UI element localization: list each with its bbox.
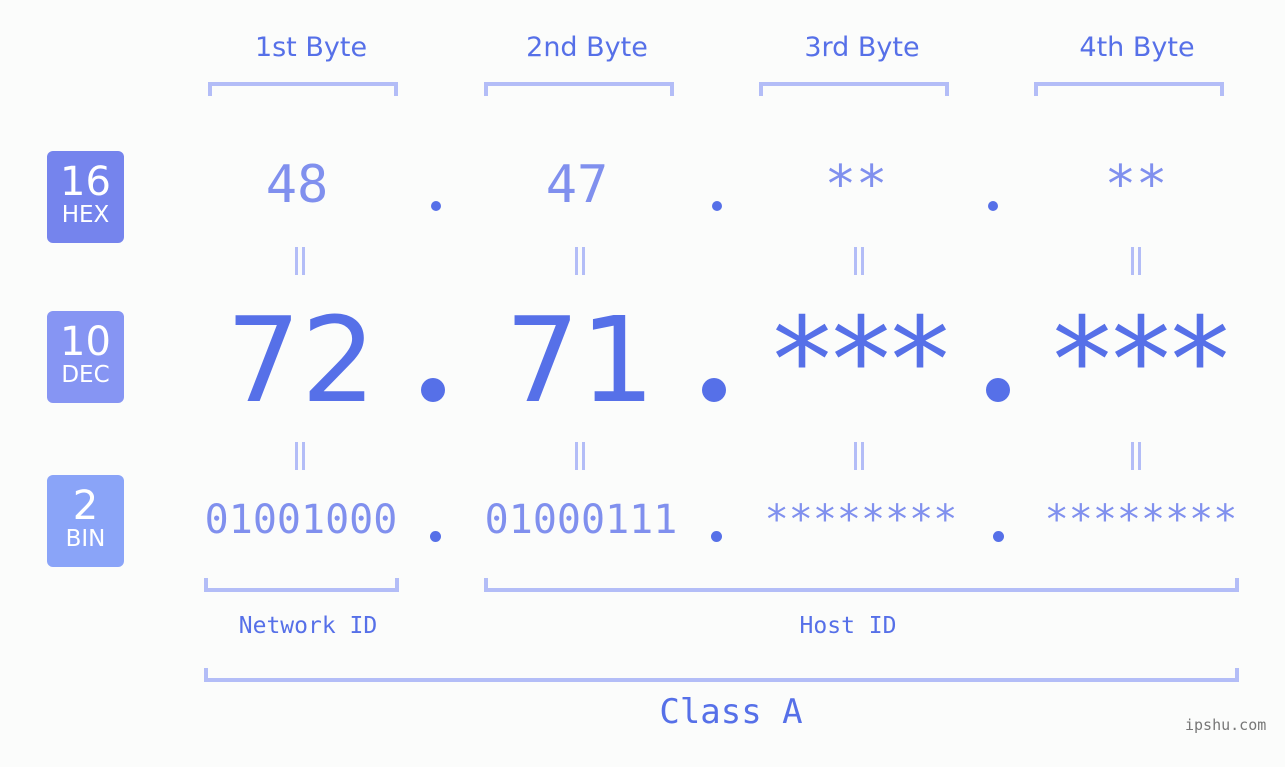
dec-value-2: 71 xyxy=(504,291,656,429)
equals-icon xyxy=(573,247,587,275)
dec-separator-dot xyxy=(986,378,1010,402)
class-label: Class A xyxy=(659,692,803,732)
dec-separator-dot xyxy=(421,378,445,402)
hex-value-3: ** xyxy=(824,155,888,215)
bin-badge-label: BIN xyxy=(65,526,106,552)
bin-value-4: ******** xyxy=(1044,497,1238,543)
hex-value-2: 47 xyxy=(545,155,609,215)
byte-bracket-4 xyxy=(1034,82,1224,96)
equals-icon xyxy=(1129,442,1143,470)
equals-icon xyxy=(293,247,307,275)
equals-icon xyxy=(573,442,587,470)
bin-separator-dot xyxy=(993,531,1004,542)
host-id-label: Host ID xyxy=(799,613,897,639)
network-id-bracket xyxy=(204,578,399,592)
bin-value-2: 01000111 xyxy=(484,497,678,543)
bin-separator-dot xyxy=(711,531,722,542)
bin-badge-number: 2 xyxy=(72,483,99,529)
dec-badge-number: 10 xyxy=(60,319,111,365)
equals-icon xyxy=(852,247,866,275)
bin-separator-dot xyxy=(430,531,441,542)
byte-header-2: 2nd Byte xyxy=(526,32,648,63)
hex-separator-dot xyxy=(431,201,441,211)
equals-icon xyxy=(293,442,307,470)
hex-separator-dot xyxy=(712,201,722,211)
bin-badge: 2 BIN xyxy=(47,475,124,567)
hex-separator-dot xyxy=(988,201,998,211)
byte-bracket-1 xyxy=(208,82,398,96)
dec-value-4: *** xyxy=(1052,291,1230,429)
byte-header-3: 3rd Byte xyxy=(804,32,920,63)
bin-value-1: 01001000 xyxy=(204,497,398,543)
byte-bracket-2 xyxy=(484,82,674,96)
byte-bracket-3 xyxy=(759,82,949,96)
byte-header-4: 4th Byte xyxy=(1079,32,1195,63)
bin-value-3: ******** xyxy=(764,497,958,543)
watermark: ipshu.com xyxy=(1185,716,1267,734)
hex-badge-label: HEX xyxy=(61,202,110,228)
equals-icon xyxy=(852,442,866,470)
dec-value-3: *** xyxy=(772,291,950,429)
equals-icon xyxy=(1129,247,1143,275)
hex-value-4: ** xyxy=(1104,155,1168,215)
class-bracket xyxy=(204,668,1239,682)
hex-badge: 16 HEX xyxy=(47,151,124,243)
dec-badge: 10 DEC xyxy=(47,311,124,403)
host-id-bracket xyxy=(484,578,1239,592)
dec-badge-label: DEC xyxy=(61,362,110,388)
network-id-label: Network ID xyxy=(238,613,378,639)
byte-header-1: 1st Byte xyxy=(254,32,368,63)
dec-separator-dot xyxy=(702,378,726,402)
hex-value-1: 48 xyxy=(265,155,329,215)
dec-value-1: 72 xyxy=(225,291,377,429)
hex-badge-number: 16 xyxy=(60,159,111,205)
